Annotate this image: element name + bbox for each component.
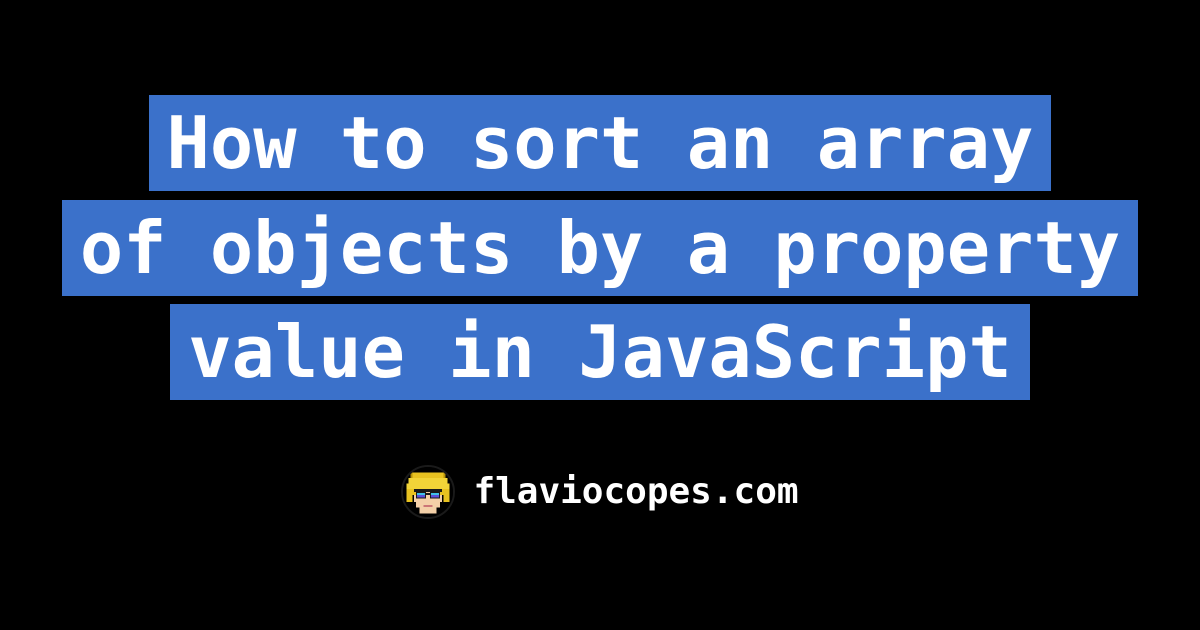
site-label: flaviocopes.com — [473, 471, 798, 512]
article-title: How to sort an array of objects by a pro… — [62, 91, 1138, 404]
byline: flaviocopes.com — [401, 465, 798, 519]
title-line-2: of objects by a property — [62, 200, 1138, 296]
avatar-icon — [401, 465, 455, 519]
title-line-1: How to sort an array — [149, 95, 1052, 191]
title-line-3: value in JavaScript — [170, 304, 1030, 400]
